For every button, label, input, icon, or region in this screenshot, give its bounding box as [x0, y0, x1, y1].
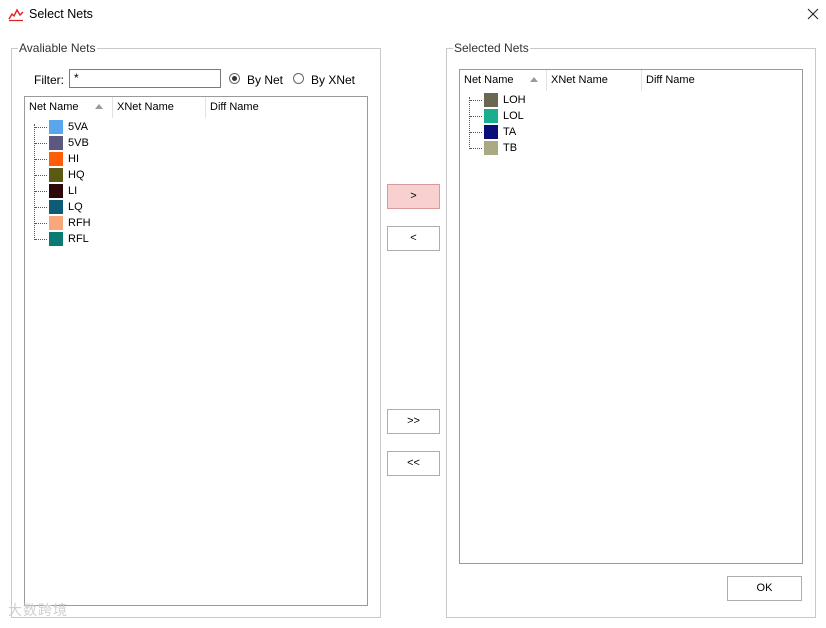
tree-item[interactable]: 5VA — [25, 119, 365, 135]
net-color-swatch — [49, 184, 63, 198]
watermark: 大数跨境 — [8, 602, 68, 618]
add-selected-button[interactable]: > — [387, 184, 440, 209]
net-name-label: HI — [68, 153, 79, 165]
net-name-label: LOH — [503, 94, 526, 106]
tree-connector — [35, 223, 47, 224]
tree-item[interactable]: LI — [25, 183, 365, 199]
net-name-label: RFL — [68, 233, 89, 245]
remove-all-button[interactable]: << — [387, 451, 440, 476]
tree-connector — [35, 175, 47, 176]
by-net-radio[interactable] — [229, 73, 240, 84]
sort-ascending-icon — [530, 77, 538, 82]
ok-button[interactable]: OK — [727, 576, 802, 601]
tree-item[interactable]: HQ — [25, 167, 365, 183]
tree-connector — [35, 143, 47, 144]
tree-item[interactable]: RFH — [25, 215, 365, 231]
tree-connector — [470, 116, 482, 117]
add-all-button[interactable]: >> — [387, 409, 440, 434]
window-title: Select Nets — [29, 7, 93, 21]
by-net-label[interactable]: By Net — [247, 73, 283, 87]
close-icon[interactable] — [804, 5, 822, 23]
tree-connector — [470, 148, 482, 149]
app-icon — [8, 8, 24, 22]
net-name-label: TB — [503, 142, 518, 154]
tree-item[interactable]: LOL — [460, 108, 800, 124]
net-color-swatch — [49, 136, 63, 150]
net-name-label: LOL — [503, 110, 524, 122]
tree-connector — [35, 191, 47, 192]
net-color-swatch — [484, 141, 498, 155]
net-color-swatch — [49, 168, 63, 182]
net-name-label: RFH — [68, 217, 91, 229]
remove-selected-button[interactable]: < — [387, 226, 440, 251]
net-name-label: LQ — [68, 201, 83, 213]
tree-item[interactable]: TB — [460, 140, 800, 156]
net-color-swatch — [484, 125, 498, 139]
tree-item[interactable]: LQ — [25, 199, 365, 215]
tree-connector — [35, 207, 47, 208]
selected-nets-label: Selected Nets — [453, 41, 530, 55]
selected-nets-list[interactable]: Net Name XNet Name Diff Name LOH LOL TA TB — [459, 69, 803, 564]
net-name-label: HQ — [68, 169, 85, 181]
column-header-diff-name[interactable]: Diff Name — [642, 70, 802, 91]
net-color-swatch — [49, 120, 63, 134]
net-color-swatch — [49, 152, 63, 166]
column-header-net-name[interactable]: Net Name — [460, 70, 547, 91]
title-bar: Select Nets — [0, 0, 826, 32]
column-header-diff-name[interactable]: Diff Name — [206, 97, 367, 118]
tree-connector — [35, 159, 47, 160]
net-color-swatch — [49, 200, 63, 214]
net-color-swatch — [49, 232, 63, 246]
tree-connector — [35, 127, 47, 128]
net-color-swatch — [484, 109, 498, 123]
net-name-label: LI — [68, 185, 78, 197]
column-header-xnet-name[interactable]: XNet Name — [113, 97, 206, 118]
net-color-swatch — [49, 216, 63, 230]
net-name-label: 5VB — [68, 137, 89, 149]
column-header-xnet-name[interactable]: XNet Name — [547, 70, 642, 91]
tree-connector — [470, 100, 482, 101]
net-name-label: 5VA — [68, 121, 88, 133]
tree-item[interactable]: RFL — [25, 231, 365, 247]
tree-item[interactable]: HI — [25, 151, 365, 167]
net-name-label: TA — [503, 126, 517, 138]
available-nets-list[interactable]: Net Name XNet Name Diff Name 5VA 5VB HI HQ L… — [24, 96, 368, 606]
by-xnet-label[interactable]: By XNet — [311, 73, 355, 87]
tree-item[interactable]: TA — [460, 124, 800, 140]
filter-input[interactable]: * — [69, 69, 221, 88]
sort-ascending-icon — [95, 104, 103, 109]
tree-item[interactable]: 5VB — [25, 135, 365, 151]
available-nets-label: Avaliable Nets — [18, 41, 97, 55]
column-header-net-name[interactable]: Net Name — [25, 97, 113, 118]
by-xnet-radio[interactable] — [293, 73, 304, 84]
tree-connector — [35, 239, 47, 240]
net-color-swatch — [484, 93, 498, 107]
filter-label: Filter: — [34, 73, 64, 87]
tree-item[interactable]: LOH — [460, 92, 800, 108]
tree-connector — [470, 132, 482, 133]
